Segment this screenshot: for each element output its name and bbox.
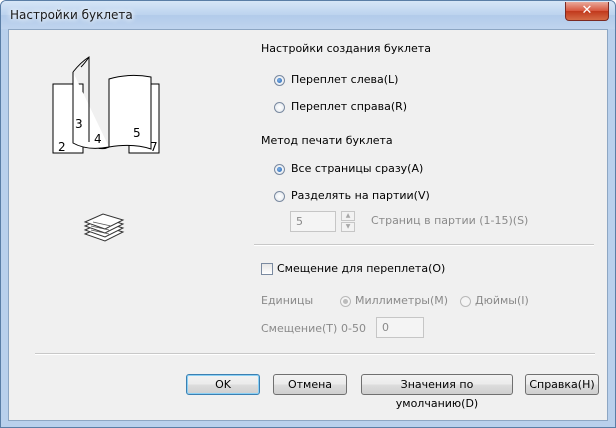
inches-radio[interactable] [460, 296, 471, 307]
offset-value: 0 [382, 321, 389, 334]
creation-settings-heading: Настройки создания буклета [261, 42, 431, 55]
sheets-per-set-input[interactable]: 5 [290, 211, 336, 232]
binding-right-radio[interactable] [274, 102, 285, 113]
offset-input[interactable]: 0 [376, 317, 424, 338]
offset-range-label: 0-50 [341, 322, 366, 335]
split-sets-radio[interactable] [274, 191, 285, 202]
dialog-title: Настройки буклета [10, 8, 133, 22]
page-number-label: 3 [75, 117, 83, 131]
close-icon: ✕ [581, 3, 593, 18]
split-sets-label[interactable]: Разделять на партии(V) [291, 189, 430, 202]
units-label: Единицы [261, 294, 314, 307]
binding-right-label[interactable]: Переплет справа(R) [291, 100, 407, 113]
page-number-label: 5 [133, 126, 141, 140]
binding-offset-checkbox[interactable] [261, 263, 273, 275]
sheets-per-set-label: Страниц в партии (1-15)(S) [371, 214, 529, 227]
page-number-label: 2 [58, 140, 66, 154]
all-pages-radio[interactable] [274, 164, 285, 175]
inches-label[interactable]: Дюймы(I) [475, 294, 529, 307]
separator [254, 244, 594, 246]
page-number-label: 4 [94, 132, 102, 146]
stacked-sheets-icon [83, 213, 125, 242]
millimeters-label[interactable]: Миллиметры(M) [355, 294, 448, 307]
page-number-label: 7 [150, 140, 158, 154]
close-button[interactable]: ✕ [565, 2, 609, 21]
title-bar[interactable]: Настройки буклета ✕ [1, 1, 615, 29]
binding-left-label[interactable]: Переплет слева(L) [291, 73, 398, 86]
print-method-heading: Метод печати буклета [261, 134, 393, 147]
millimeters-radio[interactable] [340, 296, 351, 307]
cancel-button[interactable]: Отмена [273, 374, 347, 395]
sheets-per-set-value: 5 [296, 215, 303, 228]
spin-up-button[interactable]: ▲ [341, 211, 355, 221]
all-pages-label[interactable]: Все страницы сразу(A) [291, 162, 423, 175]
help-button[interactable]: Справка(H) [525, 374, 599, 395]
booklet-settings-dialog: Настройки буклета ✕ 3 4 5 2 7 Настройки … [0, 0, 616, 428]
defaults-button[interactable]: Значения по умолчанию(D) [361, 374, 513, 410]
dialog-body: 3 4 5 2 7 Настройки создания буклета Пер… [8, 29, 608, 421]
ok-button[interactable]: OK [186, 374, 260, 395]
binding-left-radio[interactable] [274, 75, 285, 86]
offset-label: Смещение(T) [261, 322, 338, 335]
bottom-separator [35, 353, 595, 355]
binding-offset-label[interactable]: Смещение для переплета(O) [277, 262, 445, 275]
spin-down-button[interactable]: ▼ [341, 222, 355, 232]
